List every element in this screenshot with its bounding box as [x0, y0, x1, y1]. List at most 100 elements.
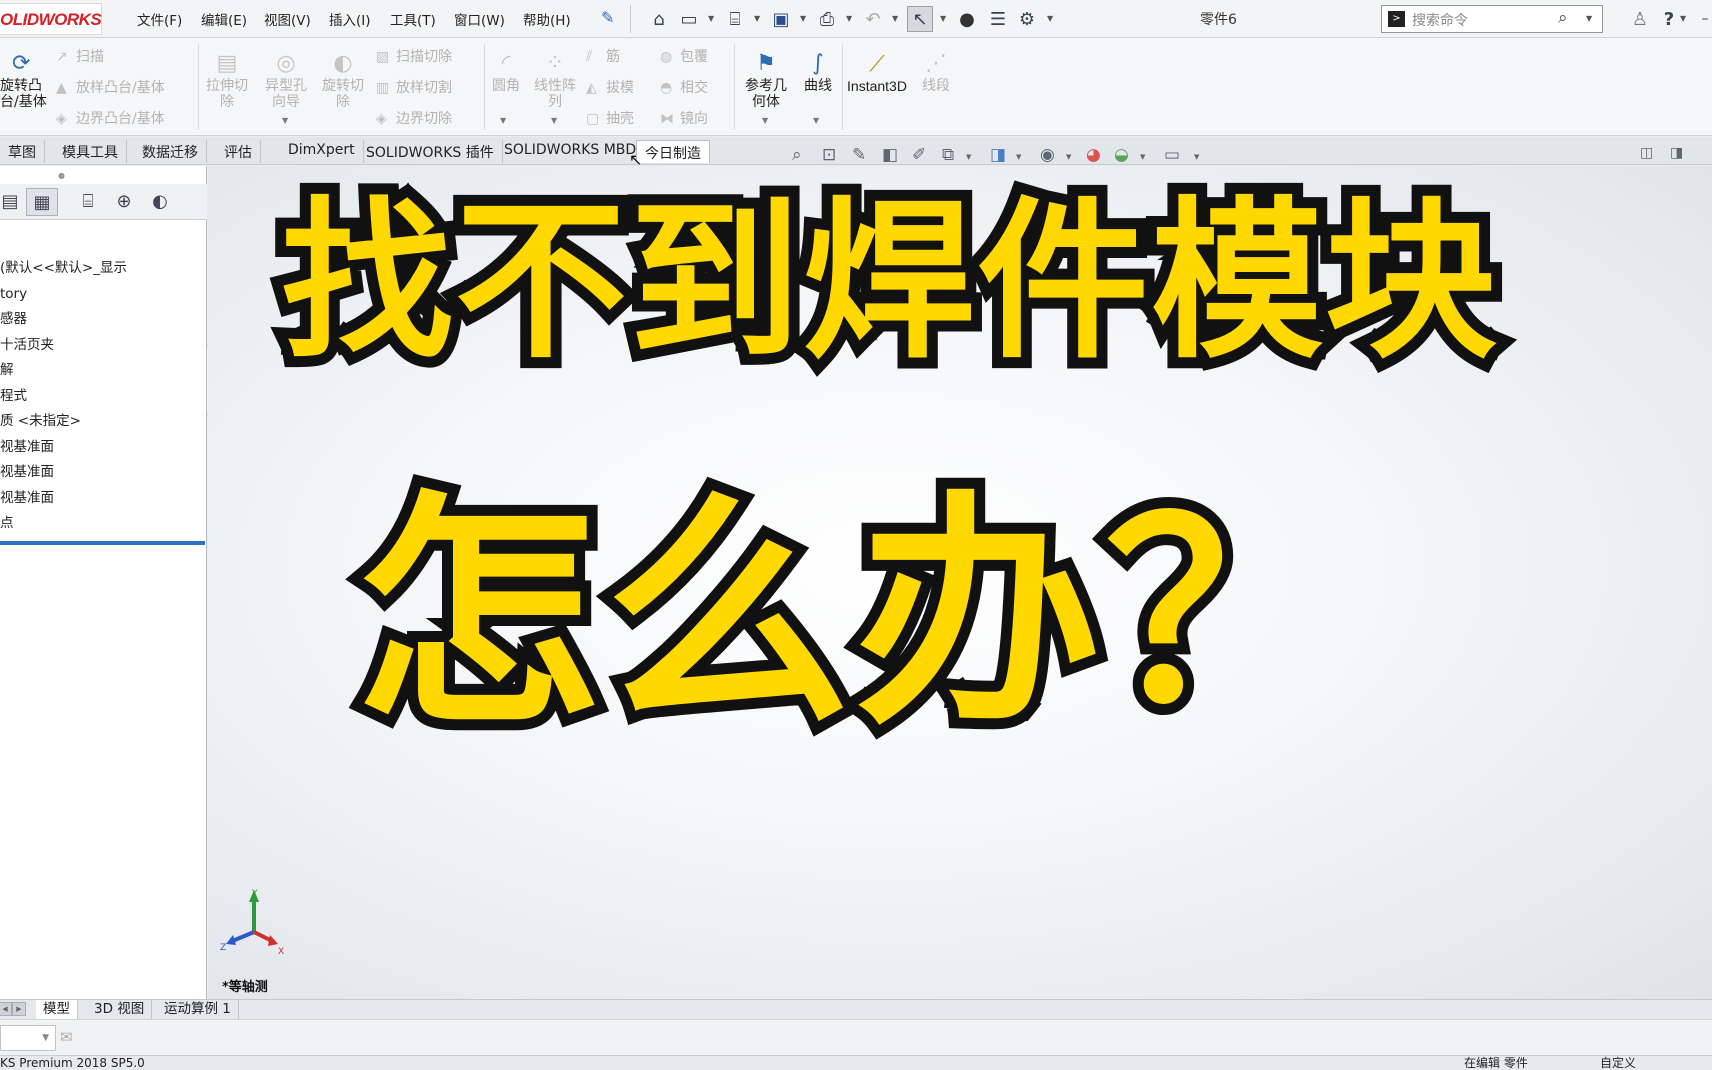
apply-scene-icon[interactable]: ◒ [1114, 145, 1129, 165]
chevron-down-icon[interactable]: ▼ [708, 14, 714, 23]
hole-wizard-button[interactable]: ◎ 异型孔 向导 [259, 52, 313, 111]
property-manager-tab-icon[interactable]: ▦ [26, 188, 58, 216]
home-icon[interactable]: ⌂ [646, 6, 672, 32]
status-units[interactable]: 自定义 [1600, 1056, 1636, 1070]
task-pane-icon[interactable]: ◨ [1670, 145, 1683, 161]
menu-file[interactable]: 文件(F) [137, 9, 182, 29]
chevron-down-icon[interactable]: ▼ [813, 116, 819, 125]
chevron-down-icon[interactable]: ▼ [500, 116, 506, 125]
zoom-to-fit-icon[interactable]: ⌕ [792, 145, 802, 165]
tab-data-migration[interactable]: 数据迁移 [134, 140, 207, 163]
tree-item-front-plane[interactable]: 视基准面 [0, 435, 207, 461]
tab-evaluate[interactable]: 评估 [216, 140, 261, 163]
new-document-icon[interactable]: ▭ [676, 6, 702, 32]
tab-manufacturing-today[interactable]: 今日制造 [636, 140, 710, 163]
reference-geometry-button[interactable]: ⚑ 参考几 何体 [738, 52, 794, 111]
view-settings-icon[interactable]: ▭ [1164, 145, 1180, 165]
undo-icon[interactable]: ↶ [860, 6, 886, 32]
view-orientation-icon[interactable]: ⧉ [942, 145, 954, 165]
wrap-button[interactable]: ◍ 包覆 [660, 46, 708, 66]
tree-item-top-plane[interactable]: 视基准面 [0, 460, 207, 486]
loft-boss-button[interactable]: ▲ 放样凸台/基体 [56, 77, 165, 97]
extruded-cut-button[interactable]: ▤ 拉伸切 除 [202, 52, 252, 111]
sweep-button[interactable]: ↗ 扫描 [56, 46, 104, 66]
line-segments-button[interactable]: ⋰ 线段 [916, 52, 956, 95]
revolved-cut-button[interactable]: ◐ 旋转切 除 [318, 52, 368, 111]
instant3d-button[interactable]: ⟋ Instant3D [844, 52, 910, 95]
tab-motion-study-1[interactable]: 运动算例 1 [157, 1000, 239, 1019]
intersect-button[interactable]: ◓ 相交 [660, 77, 708, 97]
mirror-button[interactable]: ⧓ 镜向 [660, 108, 708, 128]
tree-item-origin[interactable]: 点 [0, 511, 207, 537]
menu-view[interactable]: 视图(V) [264, 9, 311, 29]
gear-icon[interactable]: ⚙ [1014, 6, 1040, 32]
search-icon[interactable]: ⌕ [1558, 8, 1568, 28]
rib-button[interactable]: ⫽ 筋 [586, 46, 620, 66]
lofted-cut-button[interactable]: ▥ 放样切割 [376, 77, 452, 97]
hide-show-items-icon[interactable]: ◉ [1040, 145, 1055, 165]
chevron-down-icon[interactable]: ▼ [1016, 153, 1021, 161]
tab-mold-tools[interactable]: 模具工具 [54, 140, 127, 163]
chevron-down-icon[interactable]: ▼ [551, 116, 557, 125]
zoom-to-area-icon[interactable]: ⊡ [822, 145, 836, 165]
chevron-down-icon[interactable]: ▼ [1066, 153, 1071, 161]
menu-help[interactable]: 帮助(H) [523, 9, 571, 29]
boundary-cut-button[interactable]: ◈ 边界切除 [376, 108, 452, 128]
pin-icon[interactable]: ✎ [601, 8, 614, 27]
tab-solidworks-mbd[interactable]: SOLIDWORKS MBD [496, 140, 646, 163]
panel-grip-icon[interactable]: ● [58, 171, 65, 180]
configuration-manager-tab-icon[interactable]: ⌸ [72, 188, 104, 216]
chevron-down-icon[interactable]: ▼ [940, 14, 946, 23]
tree-item-material[interactable]: 质 <未指定> [0, 409, 207, 435]
display-style-icon[interactable]: ◨ [990, 145, 1006, 165]
shell-button[interactable]: ▢ 抽壳 [586, 108, 634, 128]
collapse-panel-icon[interactable]: ◫ [1640, 145, 1653, 161]
search-field[interactable]: > 搜索命令 ⌕ ▼ [1381, 5, 1603, 33]
tab-solidworks-addins[interactable]: SOLIDWORKS 插件 [358, 140, 503, 163]
print-icon[interactable]: ⎙ [814, 6, 840, 32]
chevron-down-icon[interactable]: ▼ [1140, 153, 1145, 161]
tab-sketch[interactable]: 草图 [0, 140, 45, 163]
menu-tools[interactable]: 工具(T) [390, 9, 436, 29]
chevron-down-icon[interactable]: ▼ [1047, 14, 1053, 23]
revolve-boss-button[interactable]: ⟳ 旋转凸 台/基体 [0, 52, 50, 111]
menu-insert[interactable]: 插入(I) [329, 9, 371, 29]
tag-icon[interactable]: ✉ [60, 1028, 73, 1046]
chevron-down-icon[interactable]: ▼ [966, 153, 971, 161]
draft-button[interactable]: ◭ 拔模 [586, 77, 634, 97]
boundary-boss-button[interactable]: ◈ 边界凸台/基体 [56, 108, 165, 128]
tree-item-right-plane[interactable]: 视基准面 [0, 486, 207, 512]
open-folder-icon[interactable]: ⌸ [722, 6, 748, 32]
file-properties-icon[interactable]: ☰ [985, 6, 1011, 32]
scroll-left-icon[interactable]: ◀ [0, 1002, 12, 1016]
solidworks-logo[interactable]: OLIDWORKS [0, 3, 102, 35]
scroll-right-icon[interactable]: ▶ [12, 1002, 26, 1016]
rollback-bar[interactable] [0, 541, 205, 545]
edit-appearance-icon[interactable]: ◕ [1086, 145, 1101, 165]
swept-cut-button[interactable]: ▧ 扫描切除 [376, 46, 452, 66]
chevron-down-icon[interactable]: ▼ [800, 14, 806, 23]
save-icon[interactable]: ▣ [768, 6, 794, 32]
chevron-down-icon[interactable]: ▼ [1194, 153, 1199, 161]
chevron-down-icon[interactable]: ▼ [846, 14, 852, 23]
tab-model[interactable]: 模型 [36, 1000, 78, 1019]
curves-button[interactable]: ∫ 曲线 [798, 52, 838, 95]
menu-edit[interactable]: 编辑(E) [201, 9, 247, 29]
fillet-button[interactable]: ◜ 圆角 [486, 52, 526, 95]
tab-3d-views[interactable]: 3D 视图 [87, 1000, 153, 1019]
chevron-down-icon[interactable]: ▼ [1586, 14, 1592, 23]
feature-tree-tab-icon[interactable]: ▤ [0, 188, 26, 216]
previous-view-icon[interactable]: ✎ [852, 145, 866, 165]
rebuild-traffic-light-icon[interactable]: ● [954, 6, 980, 32]
minimize-icon[interactable]: – [1692, 6, 1712, 32]
user-icon[interactable]: ♙ [1627, 6, 1653, 32]
menu-window[interactable]: 窗口(W) [454, 9, 505, 29]
tab-dimxpert[interactable]: DimXpert [280, 140, 364, 163]
chevron-down-icon[interactable]: ▼ [1680, 14, 1686, 23]
chevron-down-icon[interactable]: ▼ [754, 14, 760, 23]
search-input[interactable]: 搜索命令 [1412, 13, 1468, 29]
help-icon[interactable]: ? [1656, 6, 1682, 32]
section-view-icon[interactable]: ◧ [882, 145, 898, 165]
configuration-dropdown[interactable]: ▼ [0, 1025, 56, 1051]
chevron-down-icon[interactable]: ▼ [282, 116, 288, 125]
